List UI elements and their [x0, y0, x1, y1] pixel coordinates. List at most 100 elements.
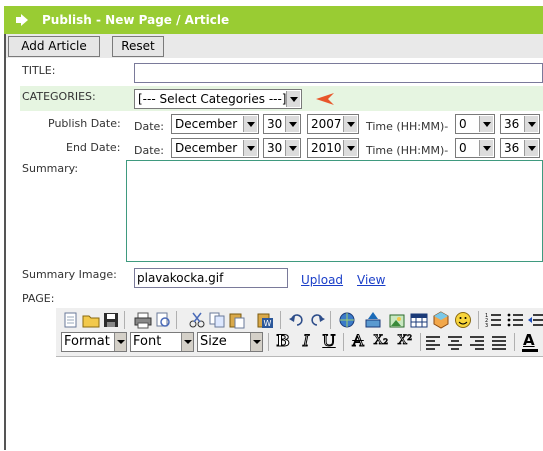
add-article-button[interactable]: Add Article [8, 36, 100, 57]
summary-label: Summary: [22, 162, 79, 175]
categories-label: CATEGORIES: [22, 90, 96, 103]
chevron-down-icon [286, 91, 300, 107]
toolbar-separator [176, 311, 177, 329]
svg-text:W: W [264, 319, 272, 328]
reset-button[interactable]: Reset [112, 36, 164, 57]
size-select-label: Size [200, 334, 227, 349]
align-right-icon[interactable] [468, 333, 486, 351]
end-year-value: 2010 [311, 141, 342, 155]
chevron-down-icon [243, 116, 257, 132]
view-link[interactable]: View [357, 273, 385, 287]
toolbar-separator [280, 311, 281, 329]
text-color-button[interactable]: A [520, 331, 540, 353]
toolbar-separator [124, 311, 125, 329]
size-select[interactable]: Size [197, 332, 263, 352]
paste-word-icon[interactable]: W [256, 311, 274, 329]
toolbar-separator [268, 333, 269, 351]
copy-icon[interactable] [208, 311, 226, 329]
end-date-label: End Date: [66, 141, 121, 154]
title-label: TITLE: [22, 64, 56, 77]
end-date-date-label: Date: [134, 144, 164, 157]
anchor-icon[interactable] [364, 311, 382, 329]
font-select[interactable]: Font [130, 332, 194, 352]
publish-day-select[interactable]: 30 [263, 114, 301, 134]
text-color-label: A [523, 331, 535, 349]
publish-year-select[interactable]: 2007 [307, 114, 359, 134]
chevron-down-icon [479, 140, 493, 156]
publish-minute-select[interactable]: 36 [500, 114, 540, 134]
svg-text:3: 3 [485, 323, 488, 329]
preview-icon[interactable] [154, 311, 172, 329]
numbered-list-icon[interactable]: 123 [484, 311, 502, 329]
print-icon[interactable] [134, 311, 152, 329]
text-color-swatch [522, 349, 538, 352]
publish-time-label: Time (HH:MM)- [366, 120, 449, 133]
smiley-icon[interactable] [454, 311, 472, 329]
upload-link[interactable]: Upload [301, 273, 343, 287]
publish-hour-value: 0 [459, 117, 467, 131]
publish-minute-value: 36 [504, 117, 520, 131]
subscript-button[interactable]: X₂ [369, 332, 393, 352]
undo-icon[interactable] [288, 311, 306, 329]
align-left-icon[interactable] [424, 333, 442, 351]
new-page-icon[interactable] [62, 311, 80, 329]
end-minute-value: 36 [504, 141, 520, 155]
pointer-arrow-icon [316, 93, 334, 105]
end-day-select[interactable]: 30 [263, 138, 301, 158]
publish-month-select[interactable]: December [171, 114, 259, 134]
strikethrough-button[interactable]: A [348, 331, 368, 352]
italic-button[interactable]: I [296, 331, 316, 352]
title-input[interactable] [134, 63, 543, 83]
paste-icon[interactable] [228, 311, 246, 329]
publish-day-value: 30 [267, 117, 283, 131]
link-globe-icon[interactable] [338, 311, 356, 329]
chevron-down-icon [343, 116, 357, 132]
font-select-label: Font [133, 334, 162, 349]
underline-button[interactable]: U [319, 331, 339, 352]
publish-year-value: 2007 [311, 117, 342, 131]
toolbar-separator [478, 311, 479, 329]
publish-date-date-label: Date: [134, 120, 164, 133]
chevron-down-icon [524, 140, 538, 156]
table-icon[interactable] [410, 311, 428, 329]
chevron-down-icon [524, 116, 538, 132]
end-month-select[interactable]: December [171, 138, 259, 158]
summary-image-input[interactable]: plavakocka.gif [134, 268, 288, 288]
categories-selected: [--- Select Categories ---] [138, 92, 287, 106]
chevron-down-icon [250, 333, 262, 351]
bullet-list-icon[interactable] [506, 311, 524, 329]
special-char-icon[interactable] [432, 311, 450, 329]
chevron-down-icon [479, 116, 493, 132]
end-minute-select[interactable]: 36 [500, 138, 540, 158]
save-icon[interactable] [102, 311, 120, 329]
toolbar-separator [514, 333, 515, 351]
publish-arrow-icon [16, 14, 28, 26]
toolbar-separator [420, 333, 421, 351]
publish-hour-select[interactable]: 0 [455, 114, 495, 134]
chevron-down-icon [114, 333, 126, 351]
redo-icon[interactable] [308, 311, 326, 329]
end-month-value: December [175, 141, 238, 155]
chevron-down-icon [243, 140, 257, 156]
outdent-icon[interactable] [527, 311, 543, 329]
end-day-value: 30 [267, 141, 283, 155]
open-folder-icon[interactable] [82, 311, 100, 329]
categories-select[interactable]: [--- Select Categories ---] [134, 89, 302, 109]
editor-content-area[interactable] [56, 356, 543, 451]
chevron-down-icon [285, 116, 299, 132]
publish-month-value: December [175, 117, 238, 131]
end-time-label: Time (HH:MM)- [366, 144, 449, 157]
align-justify-icon[interactable] [490, 333, 508, 351]
align-center-icon[interactable] [446, 333, 464, 351]
end-hour-select[interactable]: 0 [455, 138, 495, 158]
summary-textarea[interactable] [126, 160, 543, 262]
bold-button[interactable]: B [273, 331, 293, 352]
chevron-down-icon [285, 140, 299, 156]
format-select[interactable]: Format [61, 332, 127, 352]
publish-date-label: Publish Date: [48, 117, 121, 130]
superscript-button[interactable]: X² [393, 332, 417, 352]
end-year-select[interactable]: 2010 [307, 138, 359, 158]
cut-icon[interactable] [188, 311, 206, 329]
toolbar-separator [343, 333, 344, 351]
image-icon[interactable] [388, 311, 406, 329]
